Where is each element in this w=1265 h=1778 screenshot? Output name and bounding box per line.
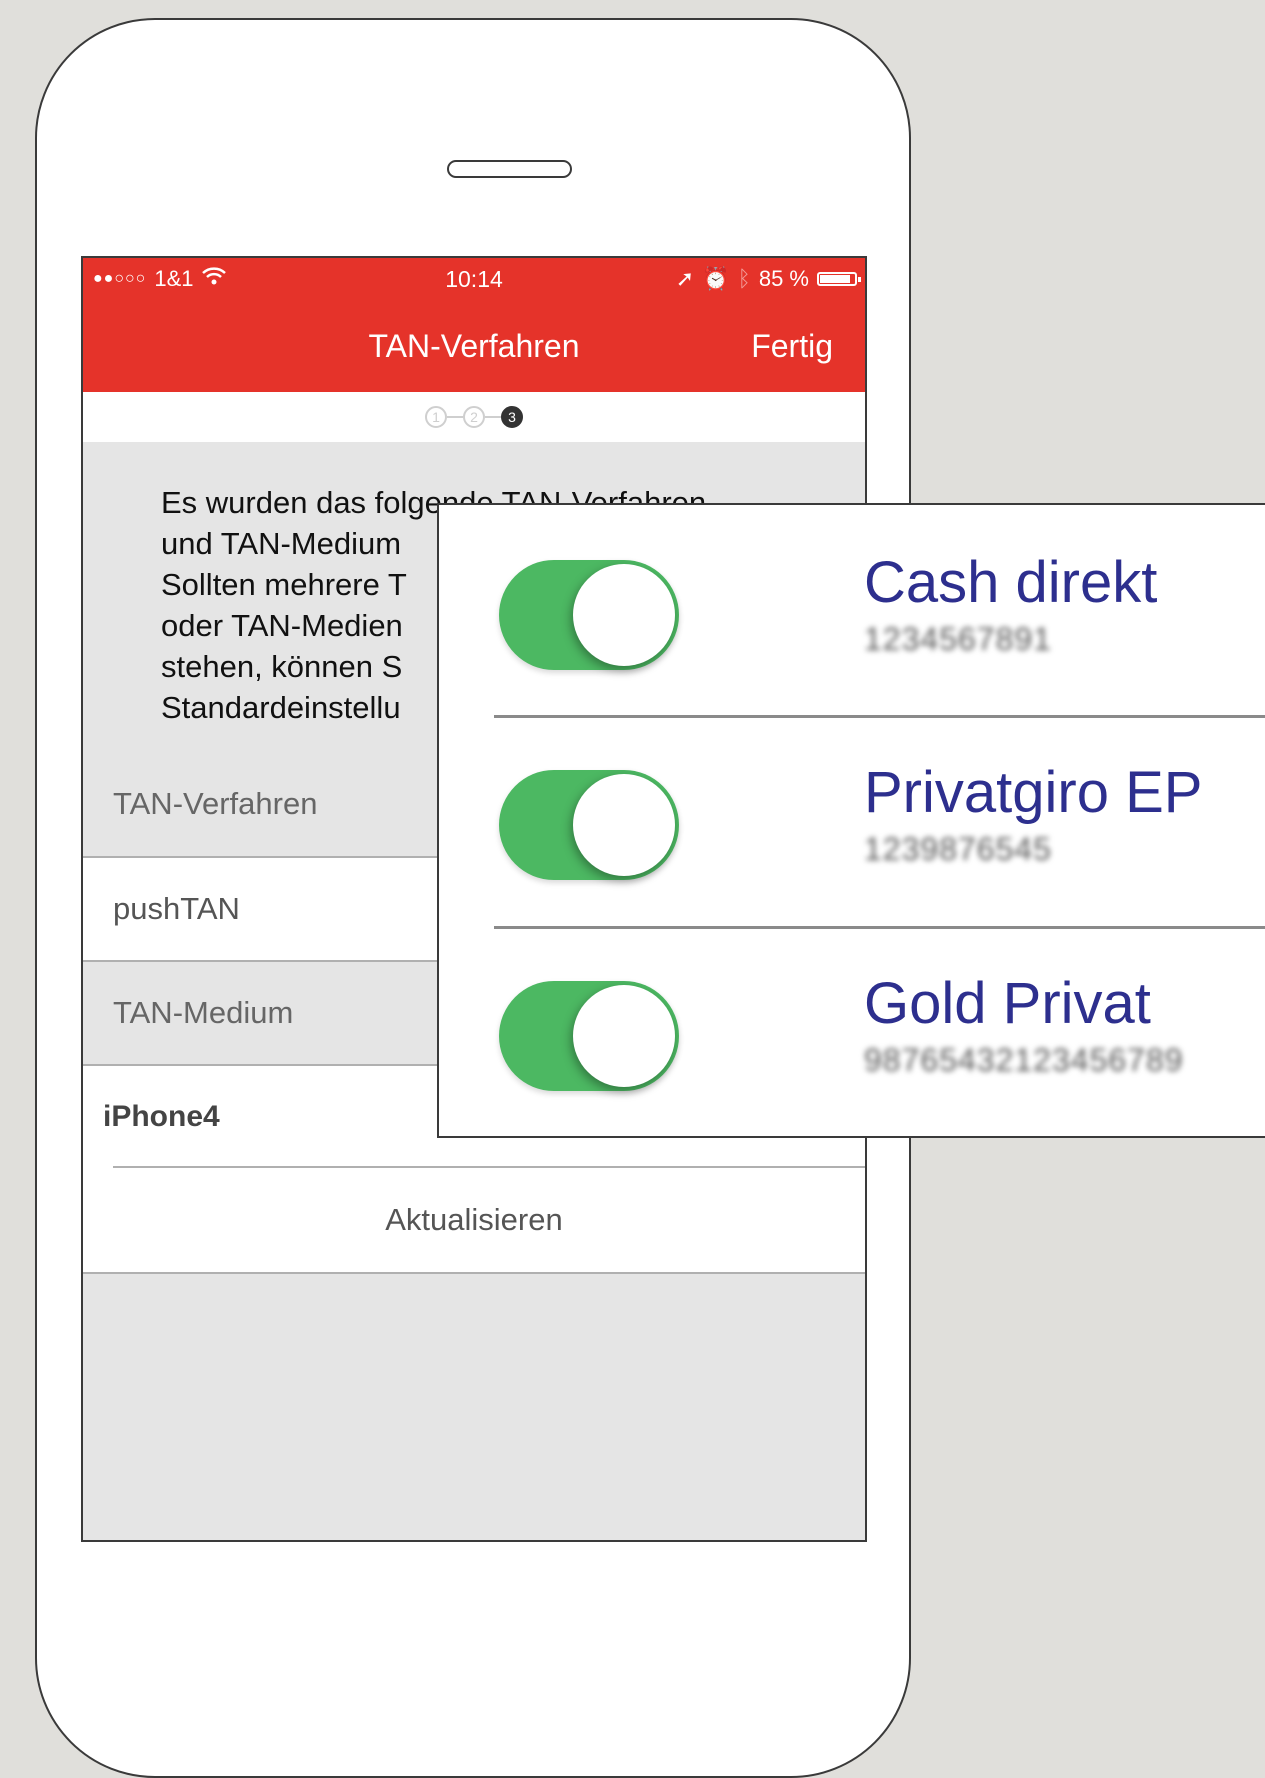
alarm-icon: ⏰ — [702, 266, 730, 291]
step-indicator: 1 2 3 — [83, 392, 865, 442]
step-connector — [485, 416, 501, 418]
account-row: Cash direkt 1234567891 — [439, 505, 1265, 715]
account-number: 1234567891 — [864, 621, 1052, 657]
done-button[interactable]: Fertig — [751, 328, 833, 365]
toggle-knob — [573, 774, 675, 876]
account-number: 98765432123456789 — [864, 1042, 1184, 1078]
nav-bar: ●●○○○ 1&1 10:14 ➚ ⏰ ᛒ 85 % TAN-Verfahren… — [83, 258, 865, 392]
bluetooth-icon: ᛒ — [737, 266, 751, 291]
step-3-active: 3 — [501, 406, 523, 428]
account-toggle[interactable] — [499, 560, 679, 670]
battery-icon — [817, 272, 861, 286]
step-connector — [447, 416, 463, 418]
phone-speaker — [447, 160, 572, 178]
account-name: Gold Privat — [864, 971, 1151, 1036]
account-number: 1239876545 — [864, 831, 1052, 867]
account-toggle[interactable] — [499, 981, 679, 1091]
page-title: TAN-Verfahren — [368, 328, 580, 364]
account-row: Privatgiro EP 1239876545 — [439, 717, 1265, 927]
refresh-button[interactable]: Aktualisieren — [83, 1168, 865, 1274]
battery-percentage: 85 % — [758, 266, 809, 291]
location-arrow-icon: ➚ — [675, 266, 695, 291]
accounts-overlay: Cash direkt 1234567891 Privatgiro EP 123… — [437, 503, 1265, 1138]
status-bar-right: ➚ ⏰ ᛒ 85 % — [675, 266, 861, 292]
step-2: 2 — [463, 406, 485, 428]
account-row: Gold Privat 98765432123456789 — [439, 928, 1265, 1138]
account-toggle[interactable] — [499, 770, 679, 880]
step-1: 1 — [425, 406, 447, 428]
toggle-knob — [573, 985, 675, 1087]
account-name: Privatgiro EP — [864, 760, 1203, 825]
toggle-knob — [573, 564, 675, 666]
account-name: Cash direkt — [864, 550, 1158, 615]
